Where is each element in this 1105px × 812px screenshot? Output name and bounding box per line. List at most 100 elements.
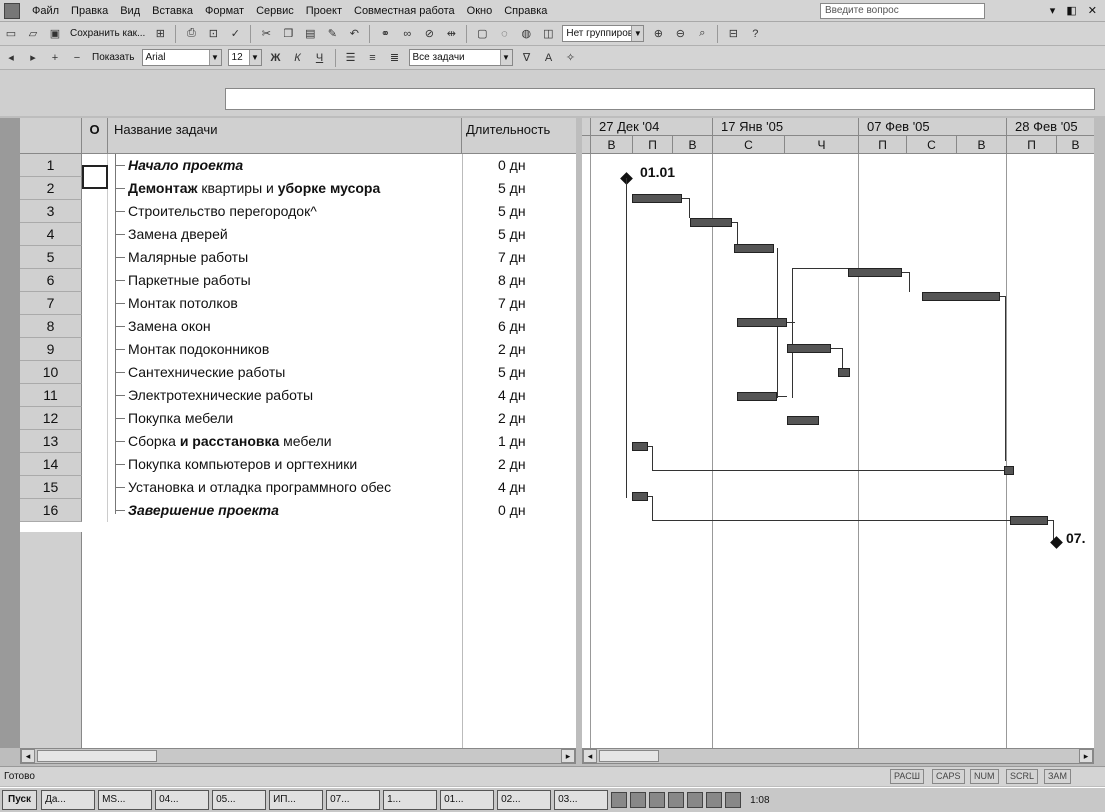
font-select[interactable]: Arial ▼: [141, 49, 222, 66]
row-number[interactable]: 10: [20, 361, 82, 384]
row-number[interactable]: 8: [20, 315, 82, 338]
task-name-cell[interactable]: Покупка компьютеров и оргтехники: [128, 453, 462, 476]
table-row[interactable]: 14 Покупка компьютеров и оргтехники 2 дн: [20, 453, 576, 476]
indicator-column-header[interactable]: О: [82, 118, 108, 154]
gantt-bar[interactable]: [632, 194, 682, 203]
help-icon[interactable]: ?: [746, 25, 764, 43]
view-bar[interactable]: [0, 118, 20, 748]
paste-icon[interactable]: ▤: [301, 25, 319, 43]
table-row[interactable]: 16 Завершение проекта 0 дн: [20, 499, 576, 522]
tray-icon[interactable]: [725, 792, 742, 808]
gantt-bar[interactable]: [632, 492, 648, 501]
table-row[interactable]: 9 Монтак подоконников 2 дн: [20, 338, 576, 361]
row-number[interactable]: 2: [20, 177, 82, 200]
menu-edit[interactable]: Правка: [65, 5, 114, 17]
save-icon[interactable]: ▣: [46, 25, 64, 43]
task-name-cell[interactable]: Установка и отладка программного обес: [128, 476, 462, 499]
gantt-bar[interactable]: [1004, 466, 1014, 475]
gantt-bar[interactable]: [632, 442, 648, 451]
row-number[interactable]: 15: [20, 476, 82, 499]
menu-help[interactable]: Справка: [498, 5, 553, 17]
menu-tools[interactable]: Сервис: [250, 5, 300, 17]
gantt-bar[interactable]: [922, 292, 1000, 301]
row-number[interactable]: 6: [20, 269, 82, 292]
table-row[interactable]: 8 Замена окон 6 дн: [20, 315, 576, 338]
app-icon[interactable]: [4, 2, 20, 19]
tray-icon[interactable]: [611, 792, 628, 808]
table-scrollbar[interactable]: ◂ ▸: [20, 748, 576, 764]
row-number[interactable]: 7: [20, 292, 82, 315]
menu-insert[interactable]: Вставка: [146, 5, 199, 17]
start-button[interactable]: Пуск: [2, 790, 38, 810]
scroll-left-icon[interactable]: ◂: [21, 749, 35, 763]
underline-icon[interactable]: Ч: [311, 49, 329, 67]
table-row[interactable]: 7 Монтак потолков 7 дн: [20, 292, 576, 315]
link-tasks-icon[interactable]: ∞: [398, 25, 416, 43]
grouping-select[interactable]: Нет группировки ▼: [562, 25, 645, 42]
indicator-cell[interactable]: [82, 361, 108, 384]
task-name-cell[interactable]: Покупка мебели: [128, 407, 462, 430]
indicator-cell[interactable]: [82, 476, 108, 499]
scroll-right-icon[interactable]: ▸: [1079, 749, 1093, 763]
hide-subtasks-icon[interactable]: −: [68, 49, 86, 67]
row-number[interactable]: 13: [20, 430, 82, 453]
tray-icon[interactable]: [630, 792, 647, 808]
entry-field[interactable]: [225, 88, 1095, 110]
selected-cell[interactable]: [82, 165, 108, 189]
duration-cell[interactable]: 0 дн: [498, 154, 568, 177]
gantt-bar[interactable]: [838, 368, 850, 377]
table-row[interactable]: 12 Покупка мебели 2 дн: [20, 407, 576, 430]
duration-cell[interactable]: 5 дн: [498, 200, 568, 223]
taskbar-item[interactable]: 05...: [212, 790, 267, 810]
duration-cell[interactable]: 1 дн: [498, 430, 568, 453]
question-input[interactable]: Введите вопрос: [820, 3, 985, 19]
indicator-cell[interactable]: [82, 200, 108, 223]
menu-view[interactable]: Вид: [114, 5, 146, 17]
copy-icon[interactable]: ❐: [279, 25, 297, 43]
taskbar-item[interactable]: Да...: [41, 790, 96, 810]
open-icon[interactable]: ▱: [24, 25, 42, 43]
task-name-cell[interactable]: Начало проекта: [128, 154, 462, 177]
duration-cell[interactable]: 7 дн: [498, 246, 568, 269]
taskbar-item[interactable]: ИП...: [269, 790, 324, 810]
zoom-in-icon[interactable]: ⊕: [649, 25, 667, 43]
align-center-icon[interactable]: ≡: [364, 49, 382, 67]
row-number[interactable]: 11: [20, 384, 82, 407]
row-number[interactable]: 16: [20, 499, 82, 522]
notes-icon[interactable]: ◌: [495, 25, 513, 43]
align-right-icon[interactable]: ≣: [386, 49, 404, 67]
tray-icon[interactable]: [668, 792, 685, 808]
task-name-cell[interactable]: Монтак подоконников: [128, 338, 462, 361]
font-size-select[interactable]: 12 ▼: [227, 49, 262, 66]
indicator-cell[interactable]: [82, 407, 108, 430]
gantt-bar[interactable]: [848, 268, 902, 277]
hyperlink-icon[interactable]: ⚭: [376, 25, 394, 43]
gantt-bar[interactable]: [690, 218, 732, 227]
print-icon[interactable]: ⎙: [182, 25, 200, 43]
row-number[interactable]: 5: [20, 246, 82, 269]
filter-select[interactable]: Все задачи ▼: [408, 49, 513, 66]
scroll-thumb[interactable]: [37, 750, 157, 762]
publish-icon[interactable]: ⊞: [151, 25, 169, 43]
save-as-button[interactable]: Сохранить как...: [70, 28, 145, 39]
autofilter-icon[interactable]: ∇: [518, 49, 536, 67]
gantt-bar[interactable]: [1010, 516, 1048, 525]
indicator-cell[interactable]: [82, 384, 108, 407]
gantt-bar[interactable]: [787, 416, 819, 425]
duration-cell[interactable]: 8 дн: [498, 269, 568, 292]
gantt-scrollbar[interactable]: ◂ ▸: [582, 748, 1094, 764]
task-name-cell[interactable]: Замена окон: [128, 315, 462, 338]
copy-picture-icon[interactable]: ◫: [539, 25, 557, 43]
row-number[interactable]: 3: [20, 200, 82, 223]
row-number[interactable]: 12: [20, 407, 82, 430]
select-all-cell[interactable]: [20, 118, 82, 154]
gantt-bar[interactable]: [734, 244, 774, 253]
menu-collaborate[interactable]: Совместная работа: [348, 5, 461, 17]
split-task-icon[interactable]: ⇹: [442, 25, 460, 43]
goto-task-icon[interactable]: ⌕: [693, 25, 711, 43]
row-number[interactable]: 9: [20, 338, 82, 361]
row-number[interactable]: 4: [20, 223, 82, 246]
indicator-cell[interactable]: [82, 338, 108, 361]
table-row[interactable]: 13 Сборка и расстановка мебели 1 дн: [20, 430, 576, 453]
name-column-header[interactable]: Название задачи: [108, 118, 462, 154]
